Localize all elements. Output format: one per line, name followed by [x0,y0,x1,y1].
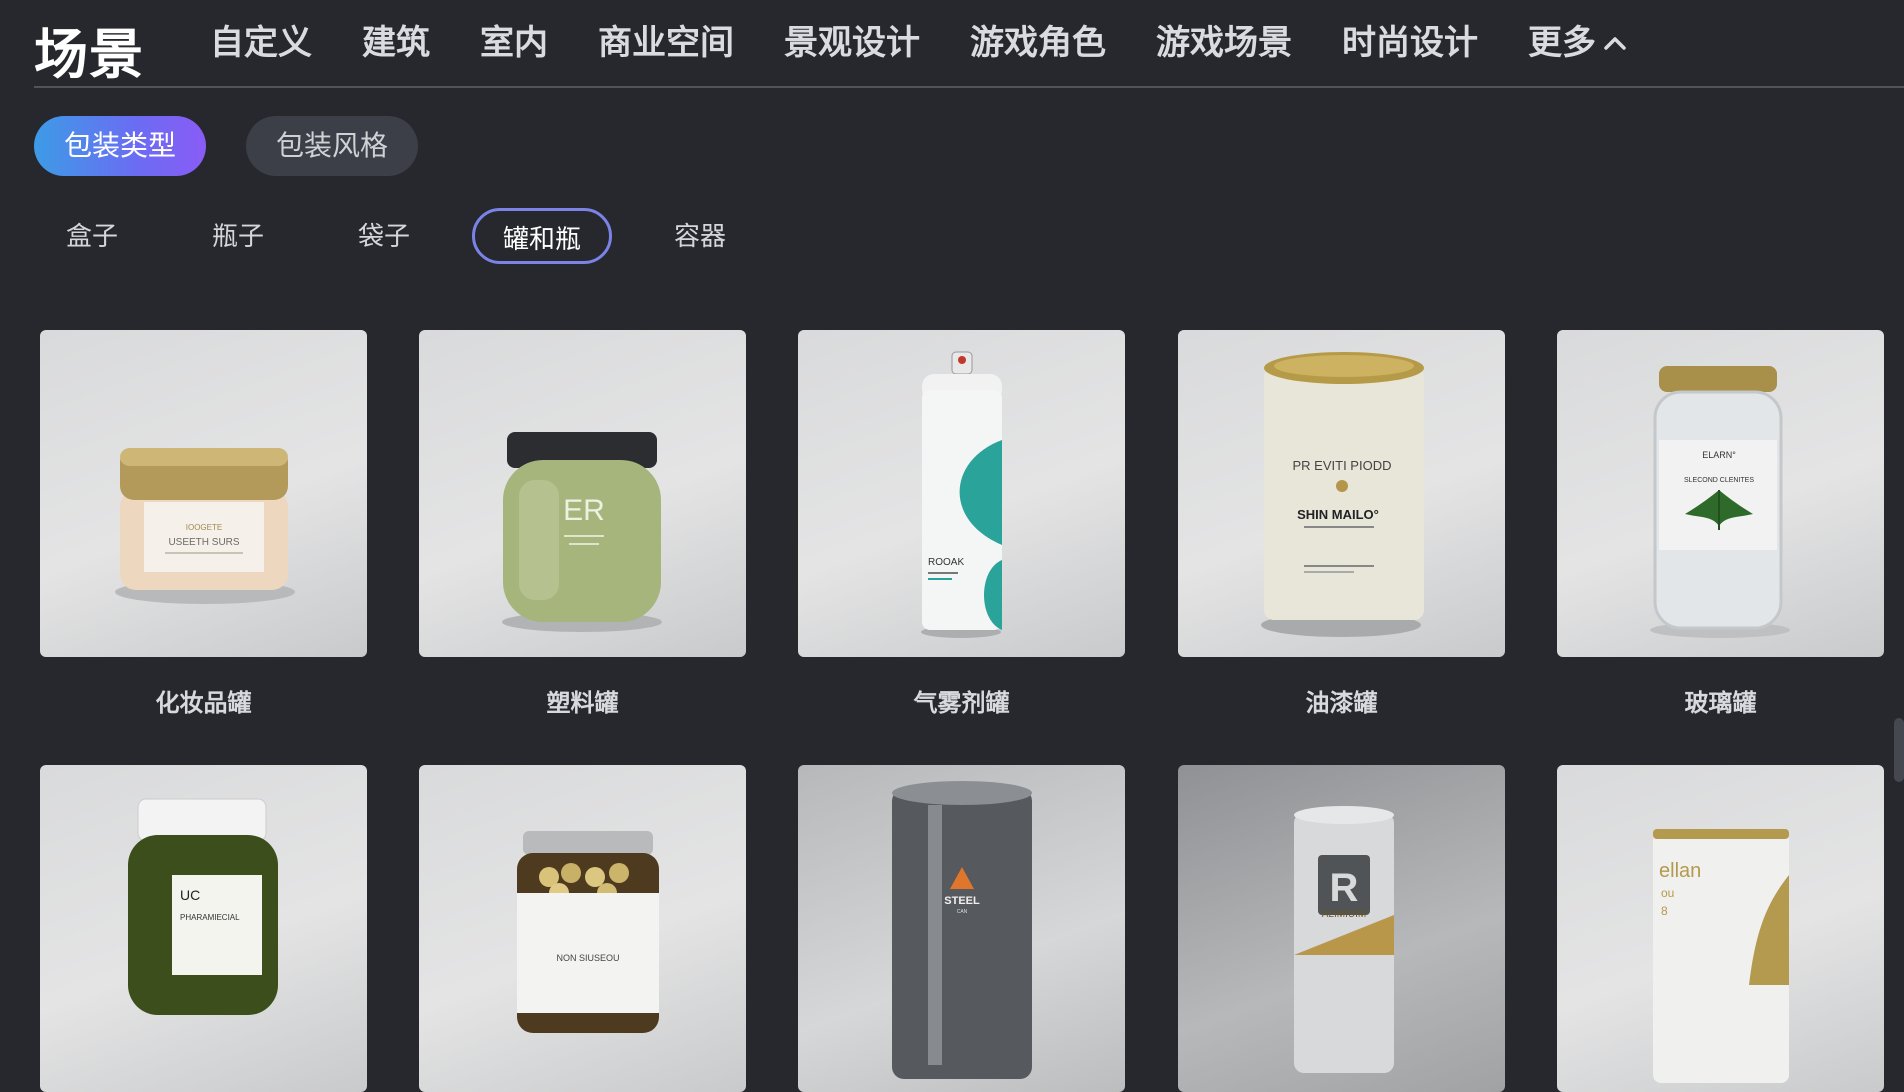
card-steel-can[interactable]: STEEL CAN [798,765,1125,1092]
caption-plastic-jar: 塑料罐 [546,690,619,717]
cosmetic-jar-label: USEETH SURS [168,537,239,548]
pill-jar-image: NON SIUSEOU [419,765,746,1092]
subtab-bottle[interactable]: 瓶子 [198,208,278,264]
brand-title: 场景 [34,25,144,85]
pill-jar-label: NON SIUSEOU [556,953,619,963]
paint-can-title: PR EVITI PIODD [1293,458,1392,473]
plastic-jar-logo: ER [563,494,605,527]
subtab-box[interactable]: 盒子 [52,208,132,264]
steel-can-image: STEEL CAN [798,765,1125,1092]
category-nav: 自定义 建筑 室内 商业空间 景观设计 游戏角色 游戏场景 时尚设计 更多 [210,20,1678,66]
card-paint-can[interactable]: PR EVITI PIODD SHIN MAILO° 油漆罐 [1178,330,1505,718]
paint-can-brand: SHIN MAILO° [1297,507,1379,522]
glass-jar-brand: ELARN° [1702,450,1736,460]
subtab-cans-jars[interactable]: 罐和瓶 [472,208,612,264]
category-fashion[interactable]: 时尚设计 [1342,20,1478,66]
tin-can-brand: ellan [1659,860,1701,882]
aerosol-can-image: ROOAK [798,330,1125,657]
category-game-character[interactable]: 游戏角色 [970,20,1106,66]
caption-paint-can: 油漆罐 [1305,690,1378,717]
chevron-up-icon [1604,37,1626,50]
tab-package-type[interactable]: 包装类型 [34,116,206,176]
pharma-jar-label: PHARAMIECIAL [180,913,240,922]
caption-cosmetic-jar: 化妆品罐 [155,690,252,717]
category-landscape[interactable]: 景观设计 [784,20,920,66]
steel-can-sub: CAN [957,909,968,915]
category-commercial-space[interactable]: 商业空间 [598,20,734,66]
paint-can-image: PR EVITI PIODD SHIN MAILO° [1178,330,1505,657]
card-aluminium-can[interactable]: R ALIMIUIM [1178,765,1505,1092]
card-tin-can[interactable]: ellan ou 8 [1557,765,1884,1092]
glass-jar-image: ELARN° SLECOND CLENITES [1557,330,1884,657]
category-game-scene[interactable]: 游戏场景 [1156,20,1292,66]
scrollbar-thumb[interactable] [1894,718,1904,782]
aluminium-can-logo: R [1330,866,1359,910]
card-pill-jar[interactable]: NON SIUSEOU [419,765,746,1092]
tab-package-style[interactable]: 包装风格 [246,116,418,176]
card-cosmetic-jar[interactable]: IOOGETE USEETH SURS 化妆品罐 [40,330,367,718]
cosmetic-jar-brand: IOOGETE [186,523,222,532]
subtab-bag[interactable]: 袋子 [344,208,424,264]
glass-jar-label: SLECOND CLENITES [1684,477,1754,484]
plastic-jar-image: ER [419,330,746,657]
caption-aerosol-can: 气雾剂罐 [913,690,1010,717]
aluminium-can-brand: ALIMIUIM [1322,909,1366,920]
category-bar: 场景 自定义 建筑 室内 商业空间 景观设计 游戏角色 游戏场景 时尚设计 更多 [34,0,1904,88]
pharmaceutical-jar-image: UC PHARAMIECIAL [40,765,367,1092]
subtab-container[interactable]: 容器 [660,208,740,264]
cosmetic-jar-image: IOOGETE USEETH SURS [40,330,367,657]
steel-can-brand: STEEL [944,895,980,907]
more-menu-button[interactable]: 更多 [1528,20,1628,66]
more-label: 更多 [1528,24,1596,62]
category-interior[interactable]: 室内 [480,20,548,66]
card-aerosol-can[interactable]: ROOAK 气雾剂罐 [798,330,1125,718]
aerosol-can-label: ROOAK [928,557,964,568]
category-custom[interactable]: 自定义 [210,20,312,66]
tin-can-image: ellan ou 8 [1557,765,1884,1092]
tin-can-number: 8 [1661,904,1668,918]
card-pharmaceutical-jar[interactable]: UC PHARAMIECIAL [40,765,367,1092]
caption-glass-jar: 玻璃罐 [1684,690,1757,717]
category-architecture[interactable]: 建筑 [362,20,430,66]
card-plastic-jar[interactable]: ER 塑料罐 [419,330,746,718]
card-glass-jar[interactable]: ELARN° SLECOND CLENITES 玻璃罐 [1557,330,1884,718]
pharma-jar-brand: UC [180,887,200,903]
tin-can-sub: ou [1661,886,1674,900]
aluminium-can-image: R ALIMIUIM [1178,765,1505,1092]
